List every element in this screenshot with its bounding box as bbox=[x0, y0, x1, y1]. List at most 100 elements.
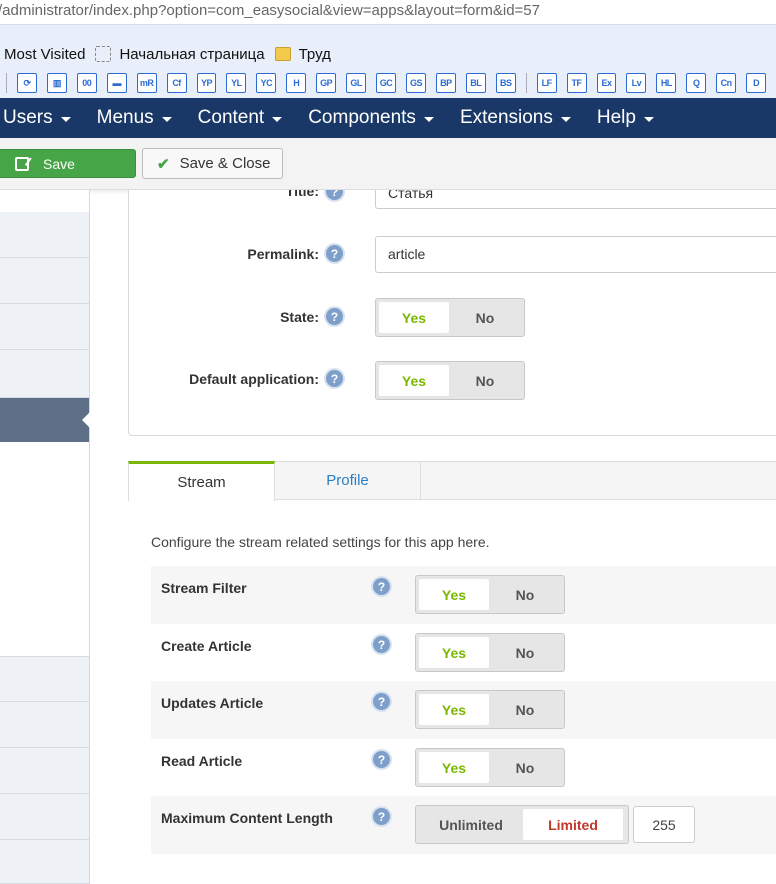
help-icon[interactable]: ? bbox=[326, 308, 343, 325]
menu-users[interactable]: Users bbox=[3, 107, 71, 129]
toolbar-icon[interactable]: Cn bbox=[716, 73, 737, 93]
toggle-yes[interactable]: Yes bbox=[419, 637, 489, 668]
stream-filter-row: Stream Filter ? Yes No bbox=[151, 566, 776, 624]
bookmark-start-page[interactable]: Начальная страница bbox=[95, 46, 265, 63]
toolbar-icon[interactable]: Ex bbox=[596, 73, 617, 93]
menu-extensions[interactable]: Extensions bbox=[460, 107, 571, 129]
updates-article-toggle[interactable]: Yes No bbox=[415, 690, 565, 729]
state-toggle[interactable]: Yes No bbox=[375, 298, 525, 337]
toolbar-icon[interactable]: 00 bbox=[76, 73, 97, 93]
help-icon[interactable]: ? bbox=[373, 693, 390, 710]
edit-icon bbox=[15, 156, 29, 171]
toolbar-icon[interactable]: LF bbox=[536, 73, 557, 93]
toolbar-icon[interactable]: H bbox=[286, 73, 307, 93]
tab-stream[interactable]: Stream bbox=[128, 461, 275, 501]
create-article-row: Create Article ? Yes No bbox=[151, 624, 776, 682]
help-icon[interactable]: ? bbox=[373, 808, 390, 825]
toolbar-icon[interactable]: ▥ bbox=[46, 73, 67, 93]
sidebar-item[interactable] bbox=[0, 304, 89, 350]
toolbar-icon[interactable]: ⟳ bbox=[17, 73, 37, 93]
sidebar-item[interactable] bbox=[0, 212, 89, 258]
caret-down-icon bbox=[272, 116, 283, 122]
read-article-toggle[interactable]: Yes No bbox=[415, 748, 565, 787]
max-length-input[interactable]: 255 bbox=[633, 806, 695, 843]
sidebar-item[interactable] bbox=[0, 350, 89, 398]
sidebar-item-active[interactable] bbox=[0, 398, 90, 442]
default-application-label: Default application: bbox=[189, 371, 319, 387]
stream-filter-label: Stream Filter bbox=[161, 580, 247, 596]
toolbar-icon[interactable]: ▬ bbox=[106, 73, 127, 93]
extension-toolbar: ⟳ ▥ 00 ▬ mR Cf YP YL YC H GP GL GC GS BP… bbox=[0, 68, 776, 98]
toolbar-icon[interactable]: Lv bbox=[626, 73, 647, 93]
help-icon[interactable]: ? bbox=[373, 636, 390, 653]
toggle-no[interactable]: No bbox=[449, 373, 521, 389]
url-bar[interactable]: /administrator/index.php?option=com_easy… bbox=[0, 0, 776, 24]
default-application-toggle[interactable]: Yes No bbox=[375, 361, 525, 400]
sidebar-item[interactable] bbox=[0, 748, 89, 794]
toggle-no[interactable]: No bbox=[449, 310, 521, 326]
create-article-toggle[interactable]: Yes No bbox=[415, 633, 565, 672]
toolbar-icon[interactable]: GS bbox=[405, 73, 426, 93]
toggle-no[interactable]: No bbox=[489, 760, 561, 776]
dashed-page-icon bbox=[95, 46, 112, 62]
menu-menus[interactable]: Menus bbox=[97, 107, 172, 129]
content-length-mode-toggle[interactable]: Unlimited Limited bbox=[415, 805, 629, 844]
create-article-label: Create Article bbox=[161, 638, 252, 654]
title-field[interactable]: Статья bbox=[375, 190, 776, 209]
menu-label: Help bbox=[596, 107, 636, 128]
save-close-button[interactable]: ✔ Save & Close bbox=[142, 148, 283, 179]
toggle-no[interactable]: No bbox=[489, 702, 561, 718]
help-icon[interactable]: ? bbox=[326, 245, 343, 262]
menu-components[interactable]: Components bbox=[308, 107, 434, 129]
menu-help[interactable]: Help bbox=[597, 107, 654, 129]
sidebar-item[interactable] bbox=[0, 258, 89, 304]
updates-article-row: Updates Article ? Yes No bbox=[151, 681, 776, 739]
toolbar-icon[interactable]: BP bbox=[435, 73, 456, 93]
stream-filter-toggle[interactable]: Yes No bbox=[415, 575, 565, 614]
toolbar-icon[interactable]: BL bbox=[465, 73, 486, 93]
toggle-no[interactable]: No bbox=[489, 587, 561, 603]
limited-option[interactable]: Limited bbox=[523, 809, 623, 840]
permalink-field[interactable]: article bbox=[375, 236, 776, 273]
toggle-yes[interactable]: Yes bbox=[379, 365, 449, 396]
help-icon[interactable]: ? bbox=[326, 370, 343, 387]
toolbar-icon[interactable]: GL bbox=[346, 73, 367, 93]
bookmark-most-visited[interactable]: Most Visited bbox=[4, 46, 85, 63]
bookmark-trud[interactable]: Труд bbox=[274, 46, 331, 63]
toolbar-icon[interactable]: BS bbox=[495, 73, 516, 93]
toggle-yes[interactable]: Yes bbox=[419, 579, 489, 610]
read-article-row: Read Article ? Yes No bbox=[151, 739, 776, 797]
sidebar-item[interactable] bbox=[0, 702, 89, 748]
toolbar-icon[interactable]: Q bbox=[686, 73, 707, 93]
toolbar-icon[interactable]: mR bbox=[136, 73, 157, 93]
toolbar-icon[interactable]: D bbox=[746, 73, 767, 93]
help-icon[interactable]: ? bbox=[373, 751, 390, 768]
url-text: /administrator/index.php?option=com_easy… bbox=[0, 2, 540, 19]
toggle-no[interactable]: No bbox=[489, 645, 561, 661]
toolbar-separator bbox=[525, 73, 527, 93]
toolbar-icon[interactable]: TF bbox=[566, 73, 587, 93]
toggle-yes[interactable]: Yes bbox=[419, 752, 489, 783]
toolbar-icon[interactable]: GC bbox=[376, 73, 396, 93]
toolbar-icon[interactable]: Cf bbox=[166, 73, 187, 93]
sidebar-item[interactable] bbox=[0, 656, 89, 702]
state-label: State: bbox=[280, 309, 319, 325]
unlimited-option[interactable]: Unlimited bbox=[419, 817, 523, 833]
toolbar-icon[interactable]: HL bbox=[656, 73, 677, 93]
tab-profile[interactable]: Profile bbox=[275, 461, 421, 500]
sidebar-item[interactable] bbox=[0, 794, 89, 840]
sidebar-item[interactable] bbox=[0, 840, 89, 884]
toolbar-icon[interactable]: YC bbox=[256, 73, 277, 93]
toolbar-icon[interactable]: GP bbox=[316, 73, 337, 93]
help-icon[interactable]: ? bbox=[373, 578, 390, 595]
toolbar-icon[interactable]: YP bbox=[196, 73, 217, 93]
toggle-yes[interactable]: Yes bbox=[379, 302, 449, 333]
toggle-yes[interactable]: Yes bbox=[419, 694, 489, 725]
menu-content[interactable]: Content bbox=[198, 107, 283, 129]
menu-label: Components bbox=[308, 107, 416, 128]
stream-description: Configure the stream related settings fo… bbox=[151, 534, 490, 550]
toolbar-icon[interactable]: YL bbox=[226, 73, 247, 93]
save-button[interactable]: Save bbox=[0, 149, 136, 178]
updates-article-label: Updates Article bbox=[161, 695, 264, 711]
help-icon[interactable]: ? bbox=[326, 190, 343, 200]
